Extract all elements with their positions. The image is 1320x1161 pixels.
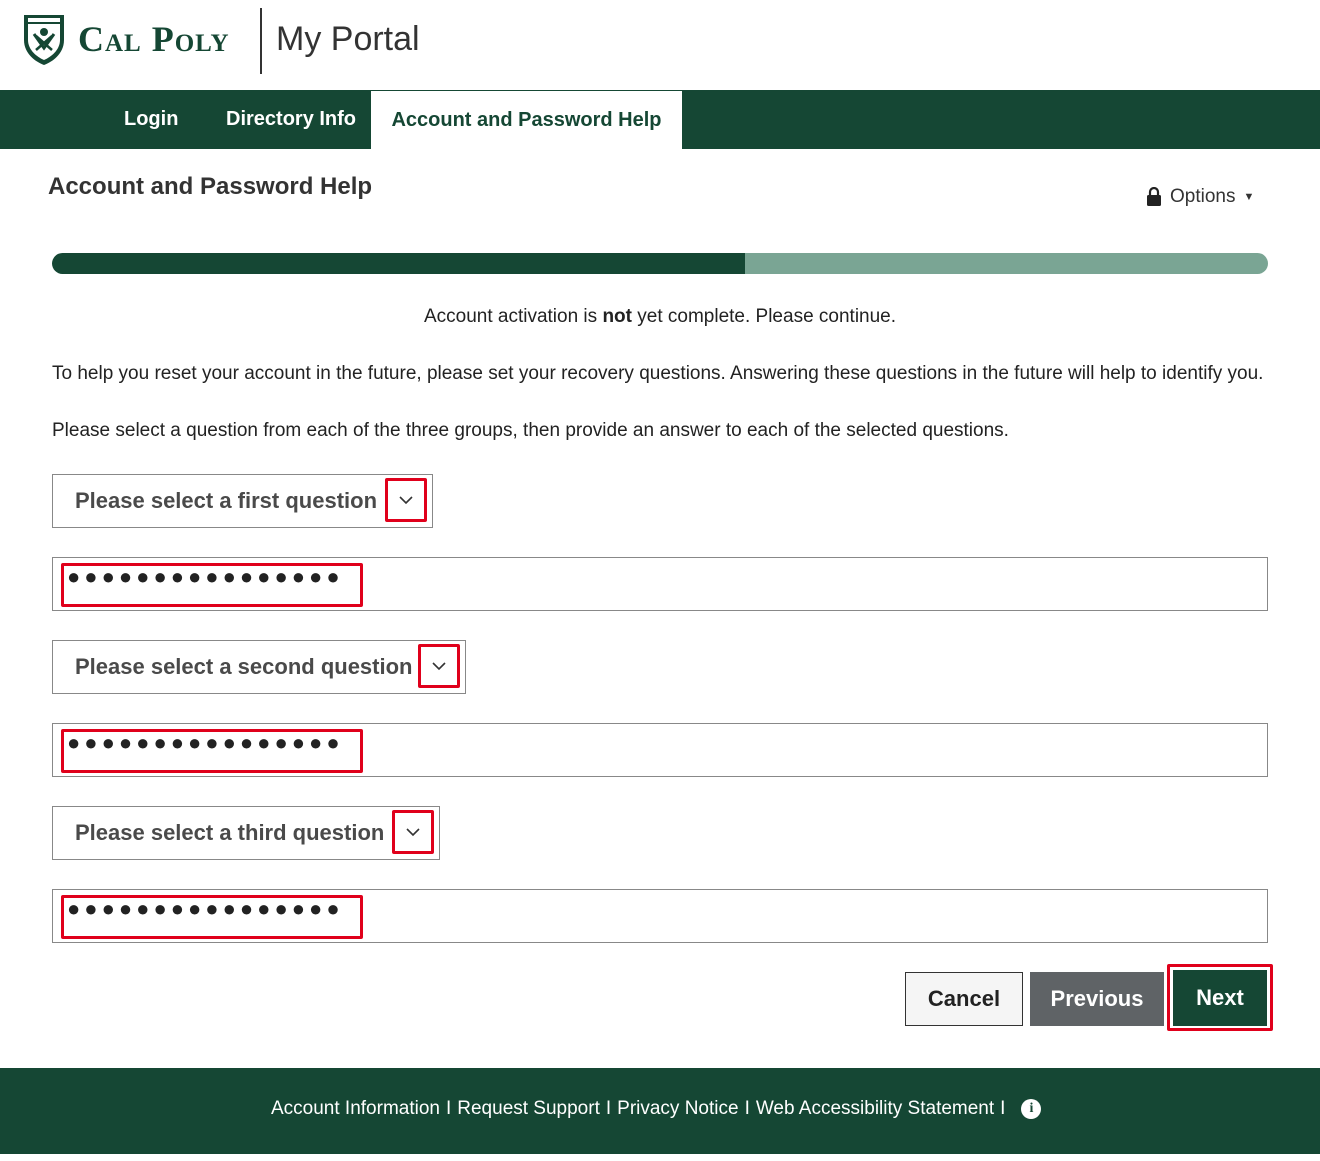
options-menu[interactable]: Options ▼ [1146, 186, 1254, 208]
footer-separator: I [1000, 1098, 1006, 1119]
next-button[interactable]: Next [1173, 970, 1267, 1026]
footer-link-request-support[interactable]: Request Support [457, 1098, 600, 1120]
instructions-paragraph-1: To help you reset your account in the fu… [52, 363, 1264, 384]
nav-directory-info[interactable]: Directory Info [226, 90, 356, 149]
question-select-label: Please select a third question [75, 820, 385, 845]
instructions-paragraph-2: Please select a question from each of th… [52, 420, 1009, 441]
answer-mask: ●●●●●●●●●●●●●●●● [67, 896, 344, 921]
caret-down-icon: ▼ [1243, 191, 1255, 203]
shield-logo-icon [24, 15, 64, 65]
chevron-down-icon[interactable] [418, 644, 460, 688]
progress-fill [52, 253, 746, 274]
answer-field-2[interactable]: ●●●●●●●●●●●●●●●● [52, 723, 1268, 777]
portal-title: My Portal [276, 20, 420, 58]
chevron-down-icon[interactable] [392, 810, 434, 854]
answer-field-3[interactable]: ●●●●●●●●●●●●●●●● [52, 889, 1268, 943]
site-header: Cal Poly My Portal [0, 0, 1320, 90]
page-title: Account and Password Help [48, 173, 373, 200]
question-select-3[interactable]: Please select a third question [52, 806, 440, 860]
nav-account-password-help[interactable]: Account and Password Help [371, 91, 682, 149]
status-bold: not [602, 306, 632, 327]
progress-bar [52, 253, 1268, 274]
question-select-1[interactable]: Please select a first question [52, 474, 433, 528]
site-footer: Account Information I Request Support I … [0, 1068, 1320, 1154]
footer-link-web-accessibility[interactable]: Web Accessibility Statement [756, 1098, 994, 1120]
activation-status: Account activation is not yet complete. … [0, 306, 1320, 328]
cancel-button[interactable]: Cancel [905, 972, 1023, 1026]
lock-icon [1147, 187, 1161, 206]
brand-wordmark[interactable]: Cal Poly [78, 18, 230, 60]
answer-mask: ●●●●●●●●●●●●●●●● [67, 730, 344, 755]
answer-field-1[interactable]: ●●●●●●●●●●●●●●●● [52, 557, 1268, 611]
info-icon[interactable]: i [1021, 1099, 1042, 1119]
footer-link-account-information[interactable]: Account Information [271, 1098, 440, 1120]
question-select-label: Please select a first question [75, 488, 378, 513]
status-suffix: yet complete. Please continue. [631, 306, 897, 327]
chevron-down-icon[interactable] [385, 478, 427, 522]
status-prefix: Account activation is [423, 306, 603, 327]
main-nav: Login Directory Info Account and Passwor… [0, 90, 1320, 149]
header-divider [260, 8, 262, 74]
answer-mask: ●●●●●●●●●●●●●●●● [67, 564, 344, 589]
previous-button[interactable]: Previous [1030, 972, 1164, 1026]
footer-separator: I [744, 1098, 750, 1119]
footer-link-privacy-notice[interactable]: Privacy Notice [617, 1098, 738, 1120]
footer-separator: I [445, 1098, 452, 1119]
question-select-label: Please select a second question [75, 654, 413, 679]
options-label: Options [1170, 186, 1236, 207]
nav-login[interactable]: Login [124, 90, 178, 149]
footer-separator: I [605, 1098, 612, 1119]
footer-links: Account Information I Request Support I … [271, 1098, 1042, 1120]
question-select-2[interactable]: Please select a second question [52, 640, 466, 694]
